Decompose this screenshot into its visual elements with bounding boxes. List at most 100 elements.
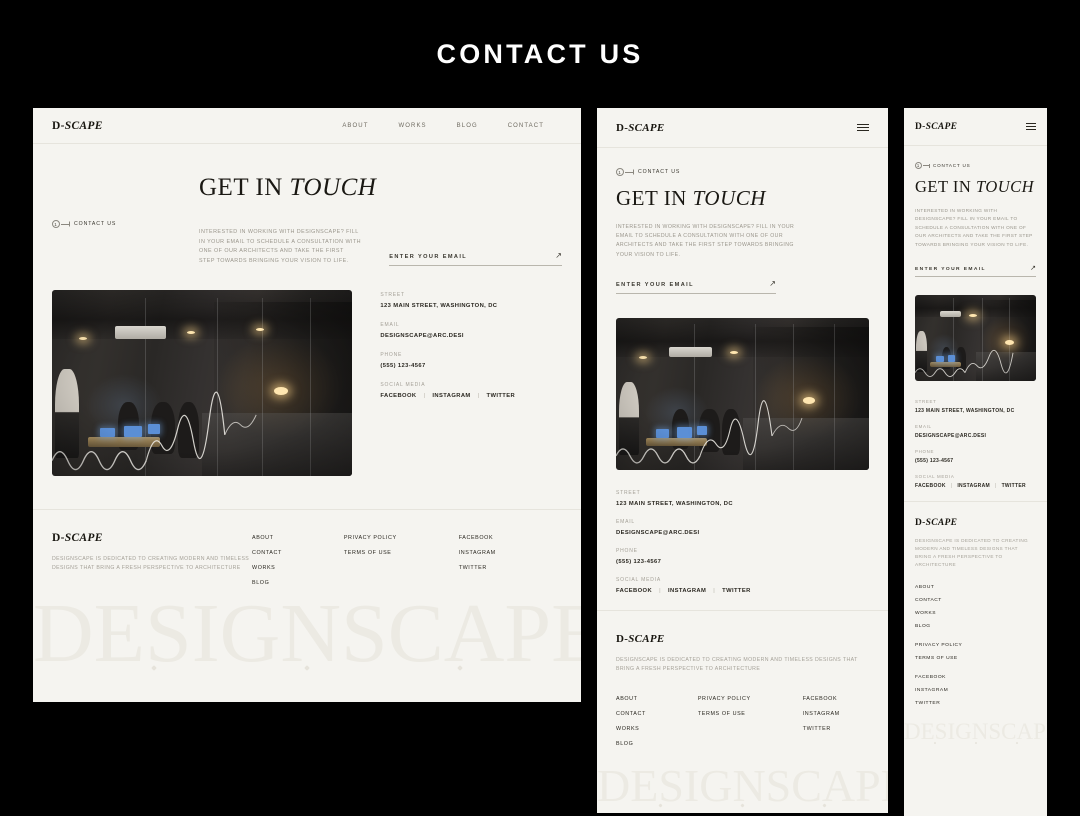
watermark-text: DESIGNSCAPE [904, 720, 1047, 745]
contact-info-phone: PHONE (555) 123-4567 [915, 449, 1036, 464]
footer-link-privacy-policy[interactable]: PRIVACY POLICY [915, 643, 1036, 648]
eyebrow-label: CONTACT US [74, 221, 117, 227]
tablet-footer: D-SCAPE DESIGNSCAPE IS DEDICATED TO CREA… [597, 609, 888, 747]
logo[interactable]: D-SCAPE [52, 120, 103, 132]
social-links: FACEBOOK | INSTAGRAM | TWITTER [616, 588, 869, 594]
social-link-twitter[interactable]: TWITTER [1002, 483, 1026, 489]
mobile-footer: D-SCAPE DESIGNSCAPE IS DEDICATED TO CREA… [904, 501, 1047, 706]
hamburger-icon[interactable] [857, 123, 869, 132]
footer-link-twitter[interactable]: TWITTER [459, 565, 496, 571]
footer-link-columns: ABOUT CONTACT WORKS BLOG PRIVACY POLICY … [616, 696, 869, 747]
footer-link-works[interactable]: WORKS [915, 611, 1036, 616]
footer-link-about[interactable]: ABOUT [252, 535, 282, 541]
eyebrow-label: CONTACT US [933, 163, 971, 168]
info-label: SOCIAL MEDIA [616, 576, 661, 583]
footer-link-terms-of-use[interactable]: TERMS OF USE [915, 656, 1036, 661]
footer-logo[interactable]: D-SCAPE [616, 633, 869, 645]
sparkle-icon [150, 665, 157, 672]
sparkle-row [33, 665, 581, 672]
office-photo [616, 317, 869, 470]
footer-link-blog[interactable]: BLOG [616, 741, 646, 747]
sparkle-icon [658, 803, 663, 808]
contact-info-social: SOCIAL MEDIA FACEBOOK | INSTAGRAM | TWIT… [380, 382, 562, 399]
social-separator: | [950, 483, 953, 490]
headline-italic: TOUCH [289, 174, 377, 201]
footer-link-privacy-policy[interactable]: PRIVACY POLICY [344, 535, 397, 541]
eyebrow-rule-icon [61, 223, 70, 225]
eyebrow-rule-icon [923, 165, 930, 166]
footer-link-blog[interactable]: BLOG [252, 580, 282, 586]
info-value[interactable]: DESIGNSCAPE@ARC.DESI [915, 433, 1036, 439]
footer-logo[interactable]: D-SCAPE [52, 532, 252, 544]
footer-link-works[interactable]: WORKS [252, 565, 282, 571]
footer-link-facebook[interactable]: FACEBOOK [915, 675, 1036, 680]
footer-link-privacy-policy[interactable]: PRIVACY POLICY [698, 696, 751, 702]
footer-column-social: FACEBOOK INSTAGRAM TWITTER [803, 696, 840, 747]
logo-prefix: D- [616, 121, 629, 134]
footer-link-instagram[interactable]: INSTAGRAM [459, 550, 496, 556]
social-link-twitter[interactable]: TWITTER [722, 588, 751, 594]
logo[interactable]: D-SCAPE [616, 122, 665, 134]
footer-link-instagram[interactable]: INSTAGRAM [803, 711, 840, 717]
info-value[interactable]: DESIGNSCAPE@ARC.DESI [380, 333, 562, 339]
arrow-up-right-icon[interactable]: ↗ [1030, 265, 1036, 272]
social-link-instagram[interactable]: INSTAGRAM [668, 588, 706, 594]
email-signup-field[interactable]: ENTER YOUR EMAIL ↗ [616, 279, 776, 294]
footer-link-works[interactable]: WORKS [616, 726, 646, 732]
contact-info-phone: PHONE (555) 123-4567 [380, 352, 562, 369]
social-link-facebook[interactable]: FACEBOOK [616, 588, 652, 594]
email-input-placeholder[interactable]: ENTER YOUR EMAIL [616, 282, 694, 288]
footer-link-twitter[interactable]: TWITTER [915, 701, 1036, 706]
headline-italic: TOUCH [975, 177, 1035, 196]
info-label: STREET [915, 399, 937, 405]
office-photo [915, 295, 1036, 382]
email-input-placeholder[interactable]: ENTER YOUR EMAIL [915, 267, 986, 272]
social-link-instagram[interactable]: INSTAGRAM [957, 483, 990, 489]
nav-item-about[interactable]: ABOUT [342, 123, 368, 129]
footer-link-blog[interactable]: BLOG [915, 624, 1036, 629]
social-links: FACEBOOK | INSTAGRAM | TWITTER [915, 483, 1036, 489]
info-value[interactable]: (555) 123-4567 [380, 363, 562, 369]
contact-info-social: SOCIAL MEDIA FACEBOOK | INSTAGRAM | TWIT… [915, 474, 1036, 489]
info-value: 123 MAIN STREET, WASHINGTON, DC [380, 303, 498, 310]
footer-link-contact[interactable]: CONTACT [616, 711, 646, 717]
social-links: FACEBOOK | INSTAGRAM | TWITTER [380, 393, 562, 399]
info-value[interactable]: (555) 123-4567 [616, 559, 869, 565]
photo-vignette [915, 295, 1036, 382]
contact-info-street: STREET 123 MAIN STREET, WASHINGTON, DC [380, 292, 562, 309]
footer-link-terms-of-use[interactable]: TERMS OF USE [344, 550, 397, 556]
page-headline: GET IN TOUCH [199, 174, 562, 202]
footer-link-facebook[interactable]: FACEBOOK [803, 696, 840, 702]
sparkle-icon [740, 803, 745, 808]
footer-logo[interactable]: D-SCAPE [915, 518, 1036, 528]
nav-item-blog[interactable]: BLOG [457, 123, 478, 129]
nav-item-contact[interactable]: CONTACT [508, 123, 544, 129]
footer-link-instagram[interactable]: INSTAGRAM [915, 688, 1036, 693]
logo[interactable]: D-SCAPE [915, 122, 957, 132]
email-signup-field[interactable]: ENTER YOUR EMAIL ↗ [389, 246, 562, 267]
footer-link-about[interactable]: ABOUT [915, 585, 1036, 590]
footer-link-facebook[interactable]: FACEBOOK [459, 535, 496, 541]
footer-link-twitter[interactable]: TWITTER [803, 726, 840, 732]
hero-body-copy: INTERESTED IN WORKING WITH DESIGNSCAPE? … [199, 229, 362, 264]
footer-link-contact[interactable]: CONTACT [915, 598, 1036, 603]
info-value[interactable]: DESIGNSCAPE@ARC.DESI [616, 530, 869, 536]
info-label: STREET [616, 489, 641, 496]
email-input-placeholder[interactable]: ENTER YOUR EMAIL [389, 254, 467, 260]
info-value[interactable]: (555) 123-4567 [915, 458, 1036, 464]
social-link-twitter[interactable]: TWITTER [487, 393, 516, 399]
footer-link-terms-of-use[interactable]: TERMS OF USE [698, 711, 751, 717]
email-signup-field[interactable]: ENTER YOUR EMAIL ↗ [915, 265, 1036, 278]
social-link-facebook[interactable]: FACEBOOK [380, 393, 416, 399]
arrow-up-right-icon[interactable]: ↗ [555, 252, 562, 260]
arrow-up-right-icon[interactable]: ↗ [769, 279, 776, 288]
footer-link-contact[interactable]: CONTACT [252, 550, 282, 556]
footer-column-legal: PRIVACY POLICY TERMS OF USE [915, 643, 1036, 661]
footer-column-legal: PRIVACY POLICY TERMS OF USE [344, 535, 397, 586]
hamburger-icon[interactable] [1026, 123, 1036, 130]
footer-link-about[interactable]: ABOUT [616, 696, 646, 702]
social-link-instagram[interactable]: INSTAGRAM [432, 393, 470, 399]
desktop-content-row: STREET 123 MAIN STREET, WASHINGTON, DC E… [33, 290, 581, 477]
nav-item-works[interactable]: WORKS [398, 123, 426, 129]
social-link-facebook[interactable]: FACEBOOK [915, 483, 946, 489]
